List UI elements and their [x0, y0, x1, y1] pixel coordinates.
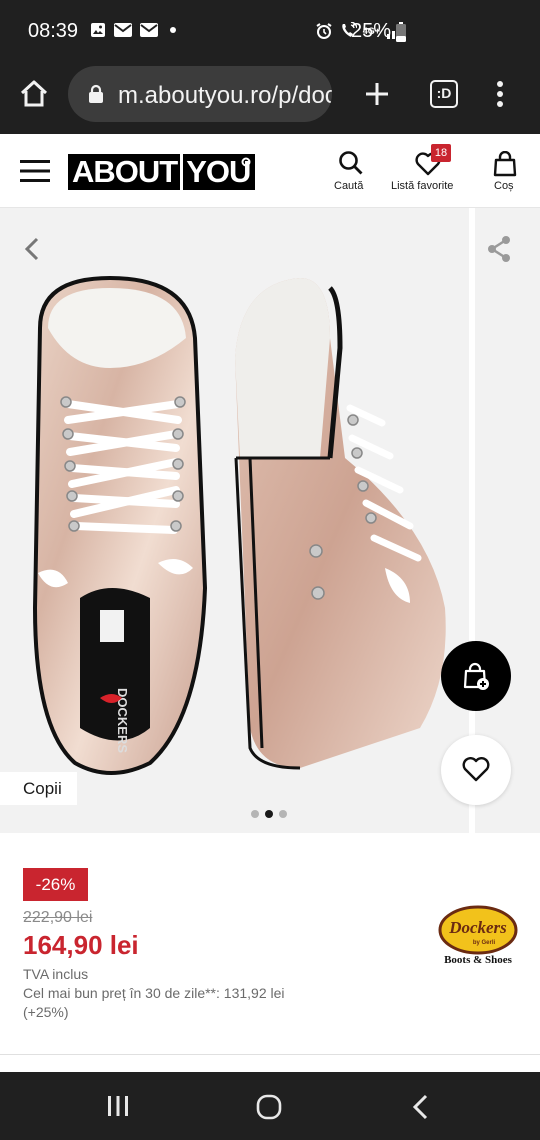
product-gallery[interactable]: DOCKERS Copii: [0, 208, 540, 833]
best-price-note: Cel mai bun preț în 30 de zile**: 131,92…: [23, 985, 285, 1020]
vat-note: TVA inclus: [23, 966, 89, 982]
about-you-logo[interactable]: ABOUT YOU: [68, 154, 255, 190]
add-to-favorites-button[interactable]: [441, 735, 511, 805]
svg-text:Dockers: Dockers: [448, 918, 507, 937]
status-bar: 08:39 4G+ 25%: [0, 0, 540, 64]
add-to-cart-button[interactable]: [441, 641, 511, 711]
battery-icon: [396, 21, 407, 42]
cart-label: Coș: [494, 180, 514, 192]
old-price: 222,90 lei: [23, 909, 93, 926]
carousel-dots: [251, 810, 287, 818]
shopping-bag-icon: [493, 151, 517, 177]
heart-icon: [462, 757, 490, 782]
image-icon: [91, 23, 105, 37]
lock-icon: [89, 84, 103, 103]
system-nav-bar: [0, 1072, 540, 1140]
back-icon[interactable]: [410, 1093, 432, 1121]
share-icon[interactable]: [486, 235, 512, 263]
carousel-dot-active[interactable]: [265, 810, 273, 818]
discount-badge: -26%: [23, 868, 88, 901]
plus-icon[interactable]: [363, 80, 391, 108]
tabs-icon: :D: [436, 85, 452, 101]
mail-icon: [114, 23, 132, 37]
current-price: 164,90 lei: [23, 930, 139, 960]
home-icon[interactable]: [19, 79, 49, 109]
browser-toolbar: m.aboutyou.ro/p/dockers :D: [0, 64, 540, 134]
address-bar[interactable]: m.aboutyou.ro/p/dockers: [68, 66, 332, 122]
menu-icon[interactable]: [20, 159, 50, 183]
home-circle-icon[interactable]: [255, 1093, 283, 1121]
search-button[interactable]: Caută: [330, 134, 374, 208]
price-section: -26% 222,90 lei 164,90 lei TVA inclus Ce…: [0, 833, 540, 1055]
logo-degree-icon: [241, 157, 251, 167]
carousel-dot[interactable]: [251, 810, 259, 818]
more-vert-icon[interactable]: [491, 80, 509, 108]
search-icon: [339, 151, 363, 175]
carousel-dot[interactable]: [279, 810, 287, 818]
brand-tagline: Boots & Shoes: [444, 954, 512, 966]
back-chevron-icon[interactable]: [22, 236, 42, 262]
cart-button[interactable]: Coș: [486, 134, 526, 208]
favorites-button[interactable]: Listă favorite: [388, 134, 468, 208]
category-tag: Copii: [0, 772, 77, 805]
svg-text:by Gerli: by Gerli: [473, 940, 496, 946]
dot-icon: [170, 27, 176, 33]
section-divider: [0, 1054, 540, 1055]
product-image[interactable]: DOCKERS: [0, 208, 469, 833]
site-header: ABOUT YOU Caută Listă favorite 18 Coș: [0, 134, 540, 208]
battery-percentage: 25%: [351, 20, 392, 42]
favorites-count-badge: 18: [431, 144, 451, 162]
status-time: 08:39: [28, 20, 79, 42]
tabs-button[interactable]: :D: [430, 80, 458, 108]
alarm-icon: [316, 23, 332, 39]
search-label: Caută: [334, 180, 364, 192]
recents-icon[interactable]: [106, 1094, 130, 1118]
favorites-label: Listă favorite: [391, 180, 454, 192]
add-to-cart-icon: [463, 662, 489, 690]
url-text: m.aboutyou.ro/p/dockers: [118, 82, 332, 109]
mail-icon: [140, 23, 158, 37]
